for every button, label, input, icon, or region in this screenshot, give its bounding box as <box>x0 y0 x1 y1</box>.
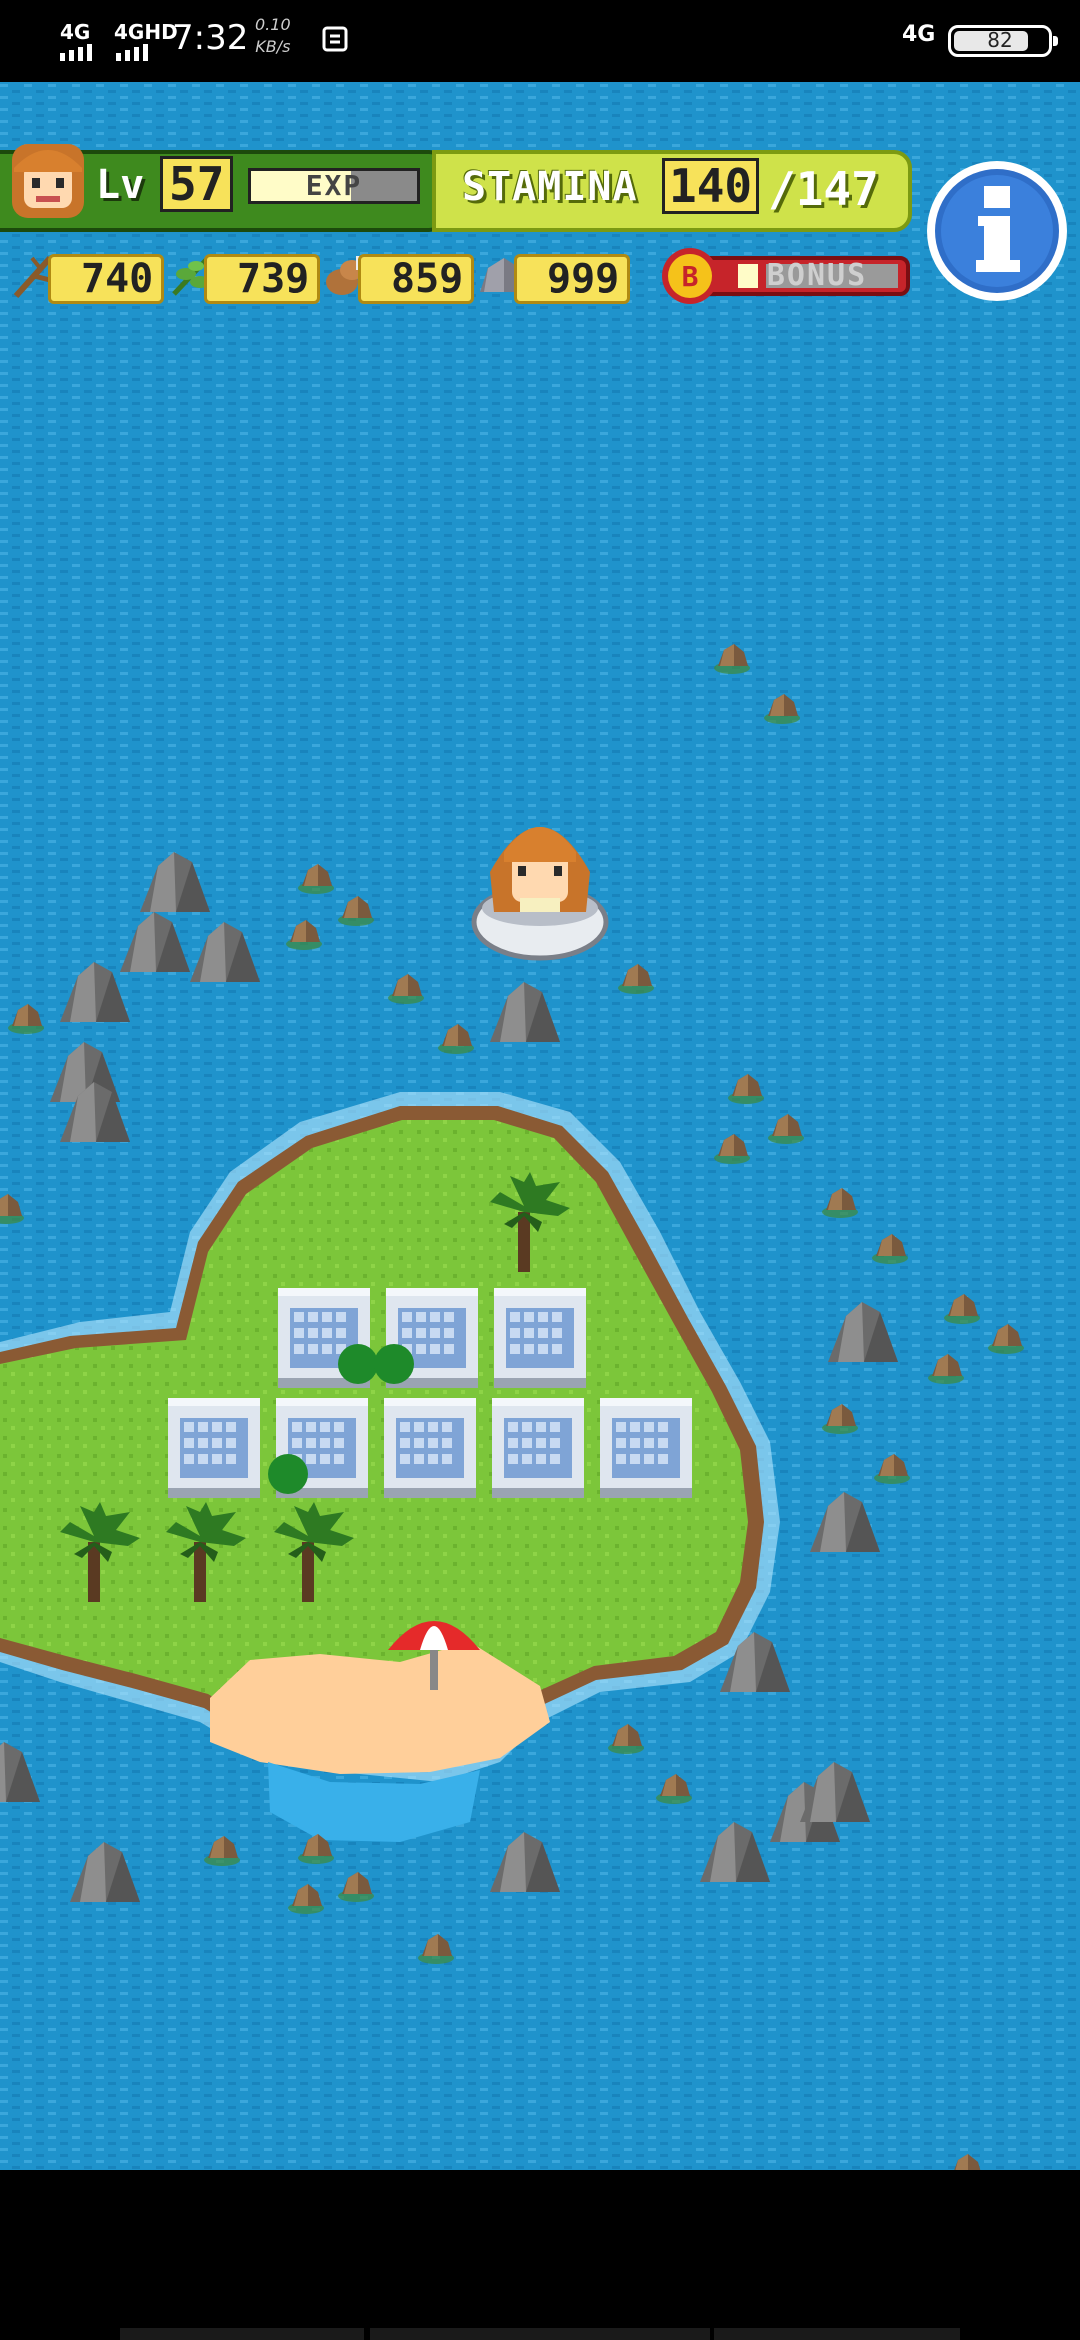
network-label-sim1: 4G <box>60 20 91 44</box>
beach <box>210 1642 550 1774</box>
world-map[interactable] <box>0 82 1080 2170</box>
info-button[interactable] <box>922 156 1072 306</box>
building[interactable] <box>168 1398 260 1498</box>
bonus-meter[interactable]: BONUS B <box>660 246 910 306</box>
bonus-bar: BONUS <box>704 256 910 296</box>
network-label-sim2: 4GHD <box>114 20 178 44</box>
exp-label: EXP <box>305 169 363 202</box>
resource-branch-value: 740 <box>48 254 165 304</box>
battery-level: 82 <box>987 28 1013 52</box>
game-screen[interactable]: Lv 57 EXP STAMINA 140 /147 740 739 859 9… <box>0 82 1080 2170</box>
network-speed: 0.10 KB/s <box>255 14 291 58</box>
network-speed-value: 0.10 <box>255 15 291 34</box>
status-bar: 4G 4GHD 7:32 0.10 KB/s 4G 82 <box>0 0 1080 82</box>
battery-icon: 82 <box>948 25 1058 57</box>
screenshot-icon <box>322 26 348 52</box>
bonus-coin-icon: B <box>662 248 718 304</box>
navigation-bar <box>0 2170 1080 2340</box>
stamina-current: 140 <box>662 158 760 214</box>
building[interactable] <box>384 1398 476 1498</box>
nav-segment[interactable] <box>370 2328 710 2340</box>
resource-herb-value: 739 <box>204 254 321 304</box>
bonus-coin-letter: B <box>682 260 699 293</box>
exp-bar: EXP <box>248 168 420 204</box>
bonus-label: BONUS <box>766 258 868 293</box>
stamina-max: /147 <box>768 162 879 216</box>
nav-segment[interactable] <box>120 2328 364 2340</box>
stamina-label: STAMINA <box>462 164 638 210</box>
player-avatar[interactable] <box>6 138 90 224</box>
resource-stone-value: 999 <box>514 254 631 304</box>
network-speed-unit: KB/s <box>255 37 291 56</box>
resource-food-value: 859 <box>358 254 475 304</box>
clock: 7:32 <box>172 18 249 58</box>
signal-icon-sim2 <box>116 44 148 61</box>
network-label-right: 4G <box>902 22 936 47</box>
level-label: Lv <box>96 162 145 208</box>
hud: Lv 57 EXP STAMINA 140 /147 740 739 859 9… <box>0 116 1080 316</box>
building[interactable] <box>600 1398 692 1498</box>
level-value: 57 <box>160 156 234 212</box>
nav-segment[interactable] <box>714 2328 960 2340</box>
building[interactable] <box>494 1288 586 1388</box>
signal-icon-sim1 <box>60 44 92 61</box>
building[interactable] <box>492 1398 584 1498</box>
